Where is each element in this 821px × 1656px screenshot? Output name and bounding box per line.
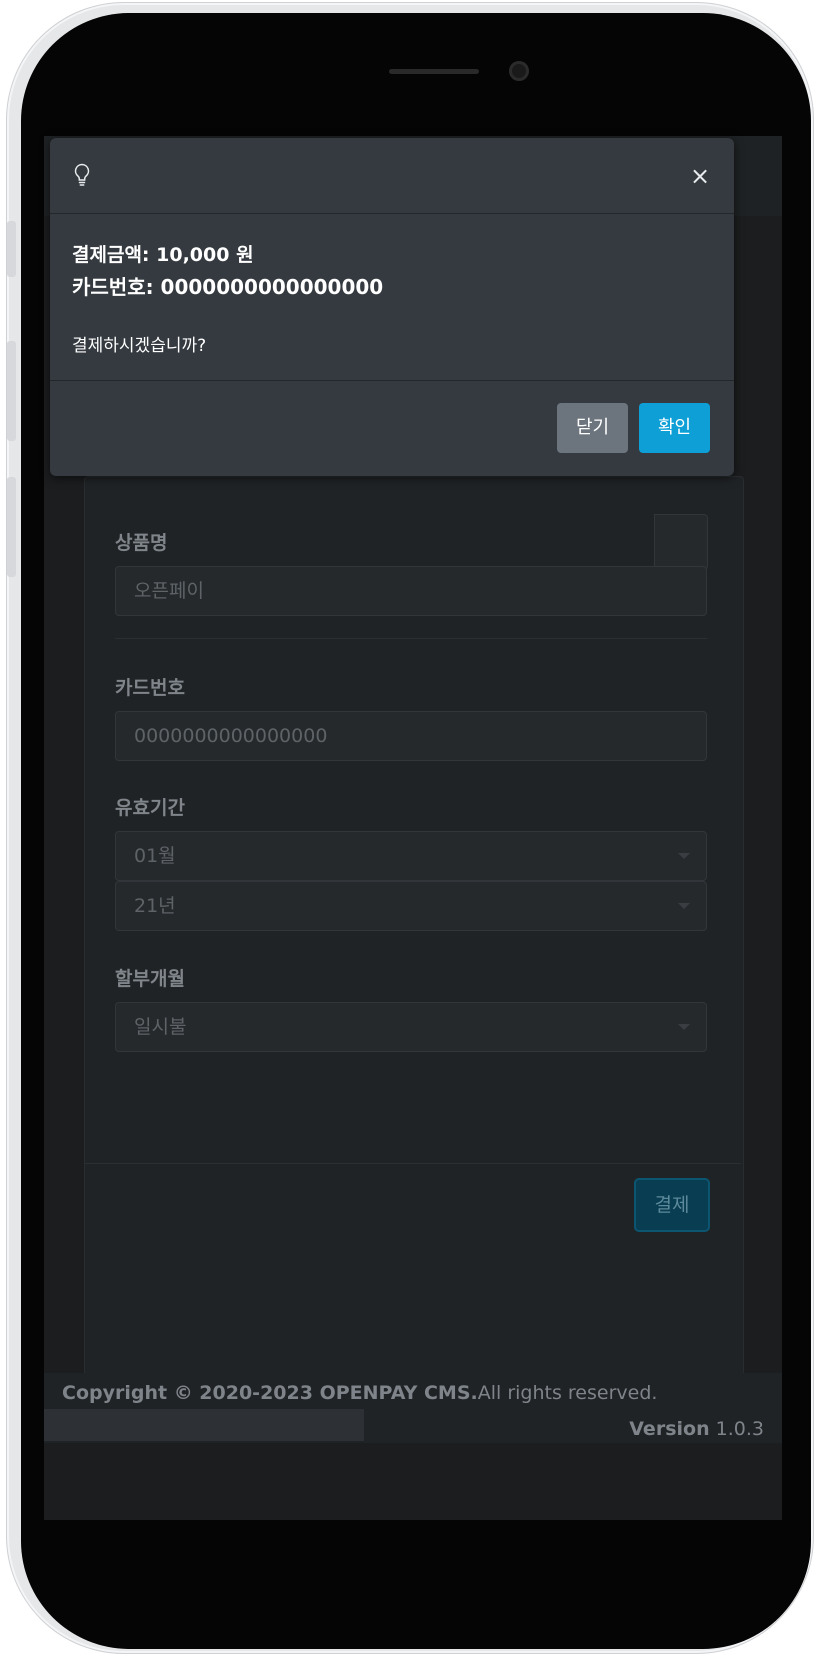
modal-body: 결제금액: 10,000 원 카드번호: 0000000000000000 결제… xyxy=(50,214,734,379)
card-number-input[interactable]: 0000000000000000 xyxy=(115,711,707,761)
installment-select[interactable]: 일시불 xyxy=(115,1002,707,1052)
version-number: 1.0.3 xyxy=(715,1418,764,1440)
phone-camera xyxy=(509,61,529,81)
phone-side-button xyxy=(7,341,16,441)
installment-label: 할부개월 xyxy=(115,968,185,990)
copyright-prefix: Copyright © 2020-2023 xyxy=(62,1382,320,1404)
horizontal-scrollbar[interactable] xyxy=(44,1409,364,1441)
expiry-label: 유효기간 xyxy=(115,797,185,819)
close-icon[interactable]: × xyxy=(690,164,710,188)
version-label: Version xyxy=(629,1418,710,1440)
modal-footer: 닫기 확인 xyxy=(50,380,734,477)
pay-button[interactable]: 결제 xyxy=(634,1178,710,1232)
chevron-down-icon xyxy=(678,903,690,909)
confirm-question: 결제하시겠습니까? xyxy=(72,336,207,356)
installment-value: 일시불 xyxy=(134,1016,187,1038)
expiry-year-select[interactable]: 21년 xyxy=(115,881,707,931)
confirm-button[interactable]: 확인 xyxy=(639,403,710,453)
rights-text: All rights reserved. xyxy=(477,1382,658,1404)
close-button[interactable]: 닫기 xyxy=(557,403,628,453)
brand-name: OPENPAY CMS. xyxy=(319,1382,478,1404)
card-number-label: 카드번호 xyxy=(115,677,185,699)
expiry-year-value: 21년 xyxy=(134,895,176,917)
modal-header: × xyxy=(50,138,734,214)
payment-amount-text: 결제금액: 10,000 원 xyxy=(72,244,254,266)
phone-side-button xyxy=(7,221,16,277)
product-label: 상품명 xyxy=(115,532,168,554)
confirm-payment-modal: × 결제금액: 10,000 원 카드번호: 0000000000000000 … xyxy=(50,138,734,476)
lightbulb-icon xyxy=(74,163,90,186)
expiry-month-select[interactable]: 01월 xyxy=(115,831,707,881)
expiry-month-value: 01월 xyxy=(134,845,176,867)
form-divider xyxy=(115,638,707,639)
card-number-text: 카드번호: 0000000000000000 xyxy=(72,275,384,299)
version-text: Version 1.0.3 xyxy=(629,1418,764,1440)
chevron-down-icon xyxy=(678,853,690,859)
chevron-down-icon xyxy=(678,1024,690,1030)
copyright-text: Copyright © 2020-2023 OPENPAY CMS.All ri… xyxy=(62,1382,657,1404)
phone-speaker xyxy=(389,69,479,74)
amount-addon xyxy=(654,514,708,570)
product-input[interactable]: 오픈페이 xyxy=(115,566,707,616)
phone-side-button xyxy=(7,477,16,577)
